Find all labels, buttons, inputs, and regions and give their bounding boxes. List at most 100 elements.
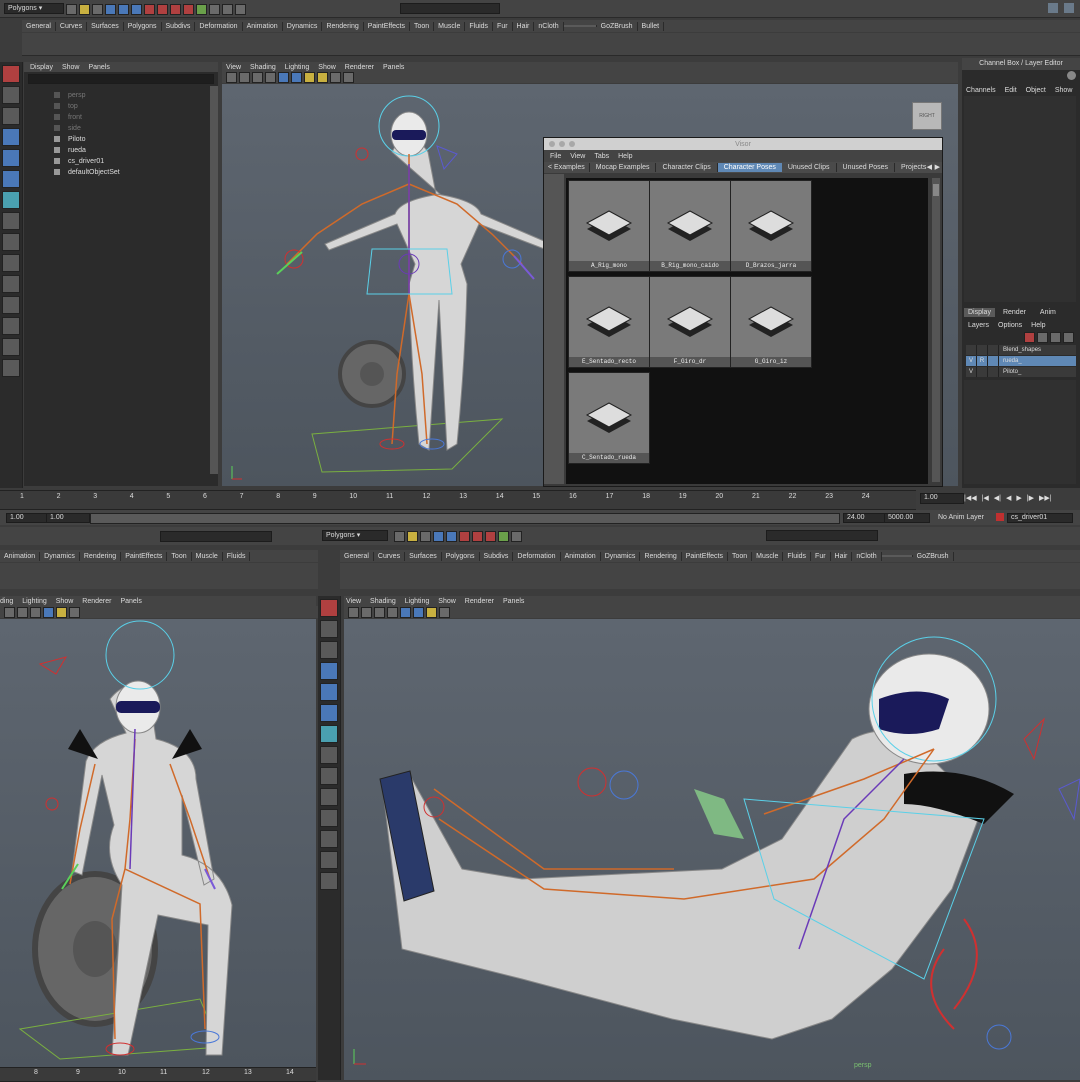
shelf-tab[interactable]: Fluids <box>783 551 812 561</box>
layer-visibility-toggle[interactable]: V <box>966 367 977 377</box>
layout-four-icon[interactable] <box>320 809 338 827</box>
snap-point-icon[interactable] <box>485 531 496 542</box>
command-input[interactable] <box>400 3 500 14</box>
range-end-field[interactable]: 24.00 <box>843 513 889 523</box>
layer-reference-toggle[interactable] <box>977 345 988 355</box>
shelf-tab[interactable]: Bullet <box>638 21 665 31</box>
shelf-tab-custom[interactable] <box>881 555 913 557</box>
paint-select-icon[interactable] <box>320 641 338 659</box>
go-end-icon[interactable]: ▶▶| <box>1039 494 1052 502</box>
move-tool-icon[interactable] <box>320 662 338 680</box>
visor-tab[interactable]: Unused Clips <box>782 163 837 172</box>
view-cube[interactable]: RIGHT <box>912 102 942 130</box>
shelf-tab[interactable]: Toon <box>728 551 753 561</box>
viewport-menu-item[interactable]: Lighting <box>285 64 310 71</box>
textured-icon[interactable] <box>400 606 411 618</box>
shelf-tab[interactable]: nCloth <box>534 21 564 31</box>
move-up-icon[interactable] <box>1050 332 1061 343</box>
snap-curve-icon[interactable] <box>157 4 168 15</box>
visor-tab-selected[interactable]: Character Poses <box>717 163 782 172</box>
shelf-tab[interactable]: GoZBrush <box>913 551 954 561</box>
shelf-tab[interactable]: Fluids <box>465 21 494 31</box>
camera-icon[interactable] <box>348 606 359 618</box>
outliner-item[interactable]: front <box>24 112 218 123</box>
shelf-tab[interactable]: Hair <box>513 21 535 31</box>
select-tool-icon[interactable] <box>2 65 20 83</box>
shadows-icon[interactable] <box>426 606 437 618</box>
shelf-tab[interactable]: Dynamics <box>40 551 80 561</box>
step-back-icon[interactable]: |◀ <box>982 494 989 502</box>
smooth-shade-icon[interactable] <box>387 606 398 618</box>
select-object-icon[interactable] <box>433 531 444 542</box>
select-component-icon[interactable] <box>446 531 457 542</box>
layout-icon[interactable] <box>1048 3 1058 13</box>
channel-menu-item[interactable]: Object <box>1026 87 1046 94</box>
bottom-right-mode-select[interactable]: Polygons ▾ <box>322 530 388 541</box>
shelf-tab-custom[interactable] <box>563 25 597 27</box>
lights-icon[interactable] <box>413 606 424 618</box>
snap-curve-icon[interactable] <box>472 531 483 542</box>
viewport-menu-item[interactable]: ding <box>0 598 13 605</box>
history-icon[interactable] <box>196 4 207 15</box>
viewport-menu-item[interactable]: Lighting <box>22 598 47 605</box>
scale-tool-icon[interactable] <box>2 170 20 188</box>
isolate-icon[interactable] <box>439 606 450 618</box>
lights-icon[interactable] <box>291 72 302 83</box>
layer-tab-selected[interactable]: Display <box>964 308 995 317</box>
viewport-menu-item[interactable]: Panels <box>383 64 404 71</box>
pose-thumbnail[interactable]: B_Rig_mono_caido <box>649 180 731 272</box>
select-tool-icon[interactable] <box>320 599 338 617</box>
shelf-tab[interactable]: Animation <box>0 551 41 561</box>
outliner-item[interactable]: top <box>24 101 218 112</box>
layer-row[interactable]: V Piloto_ <box>966 367 1076 377</box>
layout-two-icon[interactable] <box>320 830 338 848</box>
move-tool-icon[interactable] <box>2 128 20 146</box>
mode-select[interactable]: Polygons ▾ <box>4 3 64 14</box>
range-bar[interactable] <box>90 513 840 524</box>
shelf-tab[interactable]: Rendering <box>322 21 364 31</box>
layer-visibility-toggle[interactable] <box>966 345 977 355</box>
visor-tab[interactable]: Mocap Examples <box>590 163 657 172</box>
shadows-icon[interactable] <box>56 606 67 618</box>
render-icon[interactable] <box>209 4 220 15</box>
pose-thumbnail[interactable]: E_Sentado_recto <box>568 276 650 368</box>
shelf-tab[interactable]: Animation <box>243 21 283 31</box>
outliner-filter-input[interactable] <box>28 74 214 84</box>
layer-color-swatch[interactable] <box>988 367 999 377</box>
tab-scroll-right-icon[interactable]: ▶ <box>935 163 940 171</box>
lasso-tool-icon[interactable] <box>2 86 20 104</box>
layer-row[interactable]: Blend_shapes <box>966 345 1076 355</box>
shelf-tab[interactable]: Rendering <box>640 551 682 561</box>
snap-plane-icon[interactable] <box>183 4 194 15</box>
outliner-item[interactable]: defaultObjectSet <box>24 167 218 178</box>
pose-thumbnail[interactable]: G_Giro_iz <box>730 276 812 368</box>
isolate-icon[interactable] <box>69 606 80 618</box>
shelf-tab[interactable]: Subdivs <box>480 551 514 561</box>
channel-box-close-icon[interactable] <box>1067 71 1076 80</box>
shelf-tab[interactable]: Subdivs <box>162 21 196 31</box>
outliner-menu-item[interactable]: Show <box>62 64 80 71</box>
bottom-left-viewport[interactable] <box>0 619 316 1067</box>
visor-scroll-thumb[interactable] <box>933 184 939 196</box>
shelf-tab[interactable]: nCloth <box>852 551 882 561</box>
viewport-menu-item[interactable]: Lighting <box>405 598 430 605</box>
soft-mod-icon[interactable] <box>320 746 338 764</box>
manipulator-tool-icon[interactable] <box>320 725 338 743</box>
character-set-icon[interactable] <box>996 513 1004 521</box>
shelf-tab[interactable]: Muscle <box>752 551 784 561</box>
viewport-menu-item[interactable]: View <box>346 598 361 605</box>
tab-scroll-left-icon[interactable]: ◀ <box>927 163 932 171</box>
outliner-item[interactable]: persp <box>24 90 218 101</box>
layer-reference-toggle[interactable]: R <box>977 356 988 366</box>
show-manip-icon[interactable] <box>320 767 338 785</box>
ao-icon[interactable] <box>317 72 328 83</box>
visor-menu-item[interactable]: Help <box>618 153 632 160</box>
layer-tab[interactable]: Render <box>995 308 1034 317</box>
shelf-tab[interactable]: Surfaces <box>405 551 442 561</box>
open-scene-icon[interactable] <box>79 4 90 15</box>
shelf-tab[interactable]: Muscle <box>192 551 223 561</box>
open-scene-icon[interactable] <box>407 531 418 542</box>
new-layer-selected-icon[interactable] <box>1037 332 1048 343</box>
new-scene-icon[interactable] <box>394 531 405 542</box>
visor-menu-item[interactable]: Tabs <box>594 153 609 160</box>
